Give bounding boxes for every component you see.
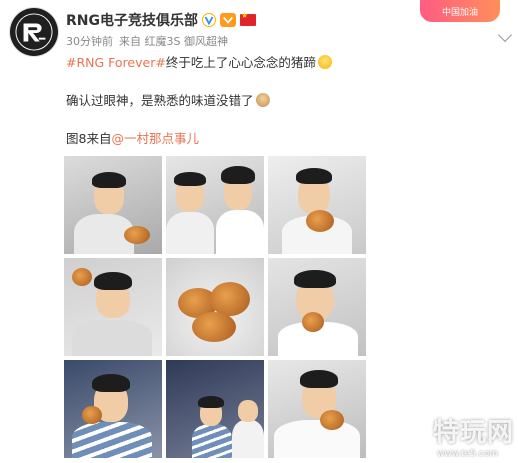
site-watermark-url: www.te5.com: [437, 449, 498, 459]
photo-2[interactable]: [166, 156, 264, 254]
verified-badge-icon[interactable]: [202, 13, 216, 27]
photo-3[interactable]: [268, 156, 366, 254]
post-text: #RNG Forever#终于吃上了心心念念的猪蹄 确认过眼神，是熟悉的味道没错…: [66, 53, 332, 148]
credit-prefix: 图8来自: [66, 131, 112, 146]
vip-badge-icon[interactable]: [220, 13, 236, 27]
rng-logo-icon: [15, 13, 53, 51]
photo-1[interactable]: [64, 156, 162, 254]
author-name[interactable]: RNG电子竞技俱乐部: [66, 10, 198, 30]
photo-6[interactable]: [268, 258, 366, 356]
post-time[interactable]: 30分钟前: [66, 33, 113, 49]
photo-8[interactable]: [166, 360, 264, 458]
chevron-down-icon[interactable]: [497, 27, 513, 43]
post-meta: 30分钟前 来自 红魔3S 御风超神: [66, 33, 228, 49]
source-prefix: 来自: [119, 35, 141, 48]
festive-badge: 中国加油: [420, 0, 500, 22]
post-line-1: #RNG Forever#终于吃上了心心念念的猪蹄: [66, 53, 332, 72]
photo-4[interactable]: [64, 258, 162, 356]
festive-badge-text: 中国加油: [441, 7, 478, 18]
china-flag-icon: [240, 11, 256, 26]
avatar[interactable]: [10, 8, 58, 56]
smile-emoji-icon: [317, 55, 332, 69]
photo-9[interactable]: [268, 360, 366, 458]
photo-7[interactable]: [64, 360, 162, 458]
author-row: RNG电子竞技俱乐部: [66, 10, 256, 30]
post-line-1-text: 终于吃上了心心念念的猪蹄: [165, 55, 316, 70]
post-line-2: 确认过眼神，是熟悉的味道没错了: [66, 91, 332, 110]
site-watermark: 特玩网: [432, 418, 514, 448]
doge-emoji-icon: [255, 93, 270, 107]
post-source[interactable]: 红魔3S 御风超神: [145, 35, 228, 48]
post-line-2-text: 确认过眼神，是熟悉的味道没错了: [66, 93, 254, 108]
photo-credit: 图8来自@一村那点事儿: [66, 129, 332, 148]
credit-user-link[interactable]: @一村那点事儿: [111, 131, 199, 146]
hashtag-link[interactable]: #RNG Forever#: [66, 55, 166, 70]
photo-5[interactable]: [166, 258, 264, 356]
photo-grid: [64, 156, 366, 458]
